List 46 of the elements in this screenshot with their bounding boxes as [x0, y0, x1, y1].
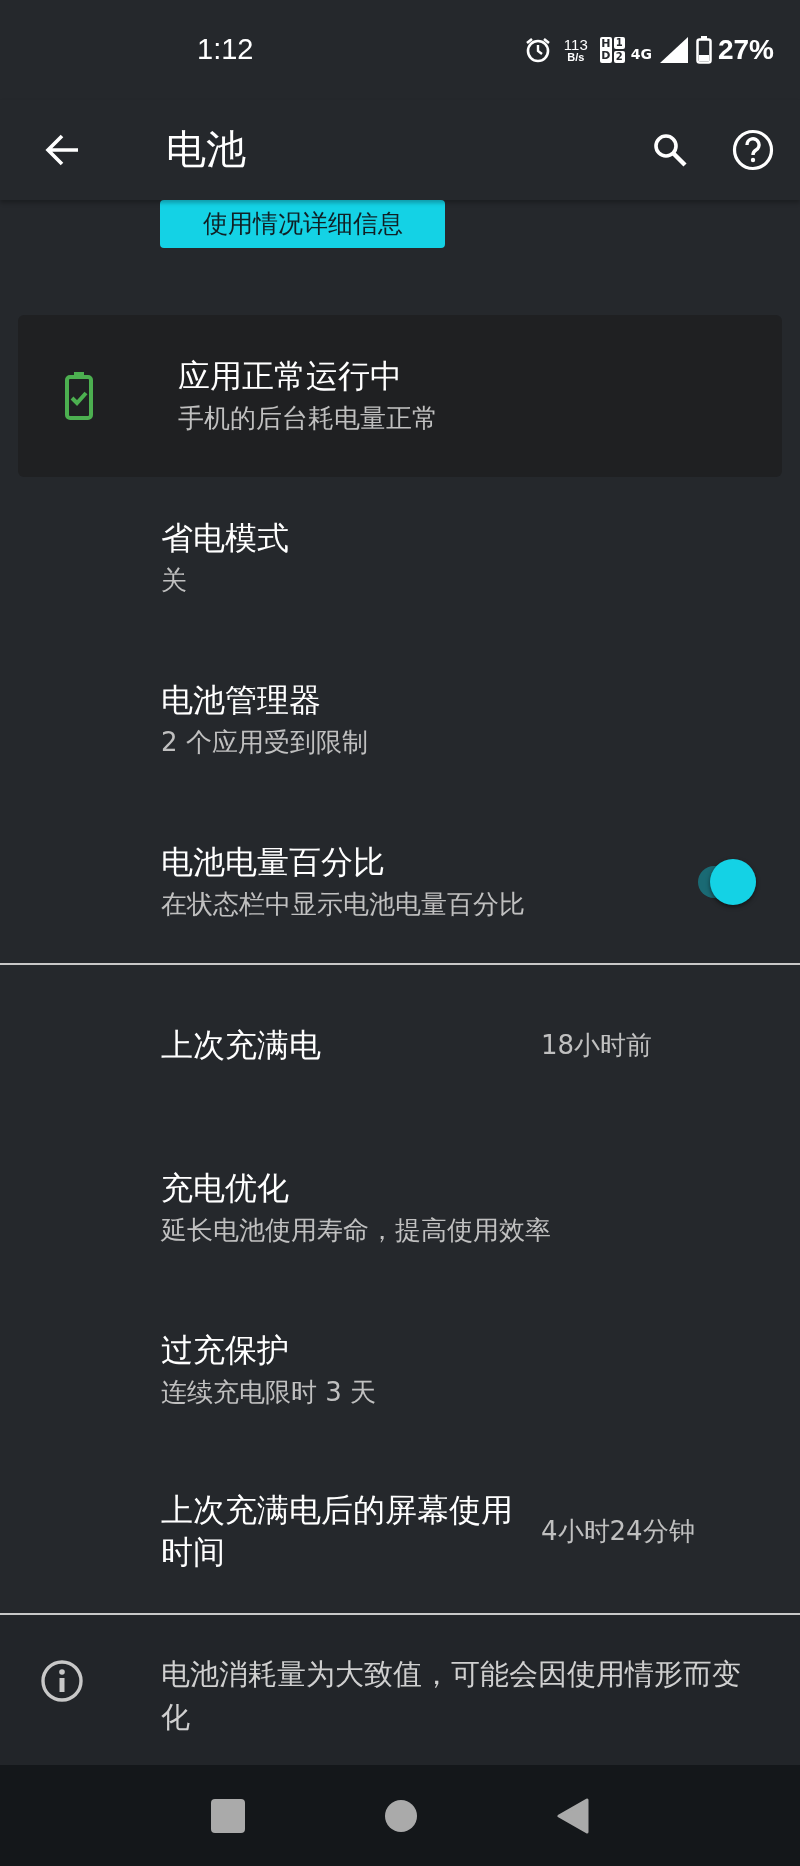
- setting-summary: 在状态栏中显示电池电量百分比: [161, 887, 526, 921]
- page-title: 电池: [166, 125, 247, 175]
- sim-badge: 2: [613, 50, 625, 63]
- network-type: 4G: [630, 45, 652, 62]
- back-nav-button[interactable]: [557, 1797, 589, 1834]
- home-button[interactable]: [385, 1799, 417, 1832]
- info-note: 电池消耗量为大致值，可能会因使用情形而变化: [161, 1655, 742, 1737]
- battery-icon: [695, 35, 712, 64]
- setting-title: 省电模式: [161, 518, 290, 560]
- status-card[interactable]: 应用正常运行中 手机的后台耗电量正常: [18, 314, 782, 477]
- settings-item[interactable]: 电池管理器 2 个应用受到限制: [0, 638, 800, 801]
- triangle-icon: [557, 1797, 589, 1834]
- setting-summary: 延长电池使用寿命，提高使用效率: [161, 1213, 552, 1247]
- setting-summary: 连续充电限时 3 天: [161, 1375, 378, 1409]
- setting-title: 上次充满电后的屏幕使用时间: [161, 1490, 514, 1573]
- help-icon: [732, 128, 774, 171]
- clock-time: 1:12: [197, 33, 254, 67]
- setting-title: 过充保护: [161, 1330, 290, 1372]
- setting-title: 上次充满电: [161, 1025, 322, 1067]
- settings-item[interactable]: 过充保护 连续充电限时 3 天: [0, 1288, 800, 1451]
- setting-summary: 2 个应用受到限制: [161, 725, 369, 759]
- settings-item[interactable]: 充电优化 延长电池使用寿命，提高使用效率: [0, 1126, 800, 1289]
- setting-title: 充电优化: [161, 1168, 290, 1210]
- recents-button[interactable]: [211, 1798, 245, 1833]
- settings-item[interactable]: 电池电量百分比 在状态栏中显示电池电量百分比: [0, 800, 800, 963]
- battery-check-icon: [64, 370, 94, 421]
- settings-item[interactable]: 上次充满电 18小时前: [0, 964, 800, 1127]
- settings-item[interactable]: 省电模式 关: [0, 476, 800, 639]
- battery-percent: 27%: [717, 33, 774, 66]
- network-speed: 113: [563, 36, 588, 52]
- back-arrow-icon: [44, 133, 80, 166]
- usage-details-button[interactable]: 使用情况详细信息: [160, 199, 445, 248]
- info-icon: [40, 1658, 84, 1703]
- card-title: 应用正常运行中: [178, 356, 403, 398]
- setting-title: 电池管理器: [161, 680, 322, 722]
- speed-unit: B/s: [567, 51, 585, 63]
- circle-icon: [385, 1799, 417, 1832]
- setting-summary: 关: [161, 563, 188, 597]
- sim-badge: 1: [613, 36, 625, 49]
- card-subtitle: 手机的后台耗电量正常: [178, 401, 439, 435]
- square-icon: [211, 1798, 245, 1833]
- hd-badge: HD: [599, 36, 612, 63]
- setting-value: 18小时前: [541, 1029, 653, 1063]
- setting-title: 电池电量百分比: [161, 842, 386, 884]
- search-icon: [652, 131, 688, 168]
- setting-value: 4小时24分钟: [541, 1515, 695, 1549]
